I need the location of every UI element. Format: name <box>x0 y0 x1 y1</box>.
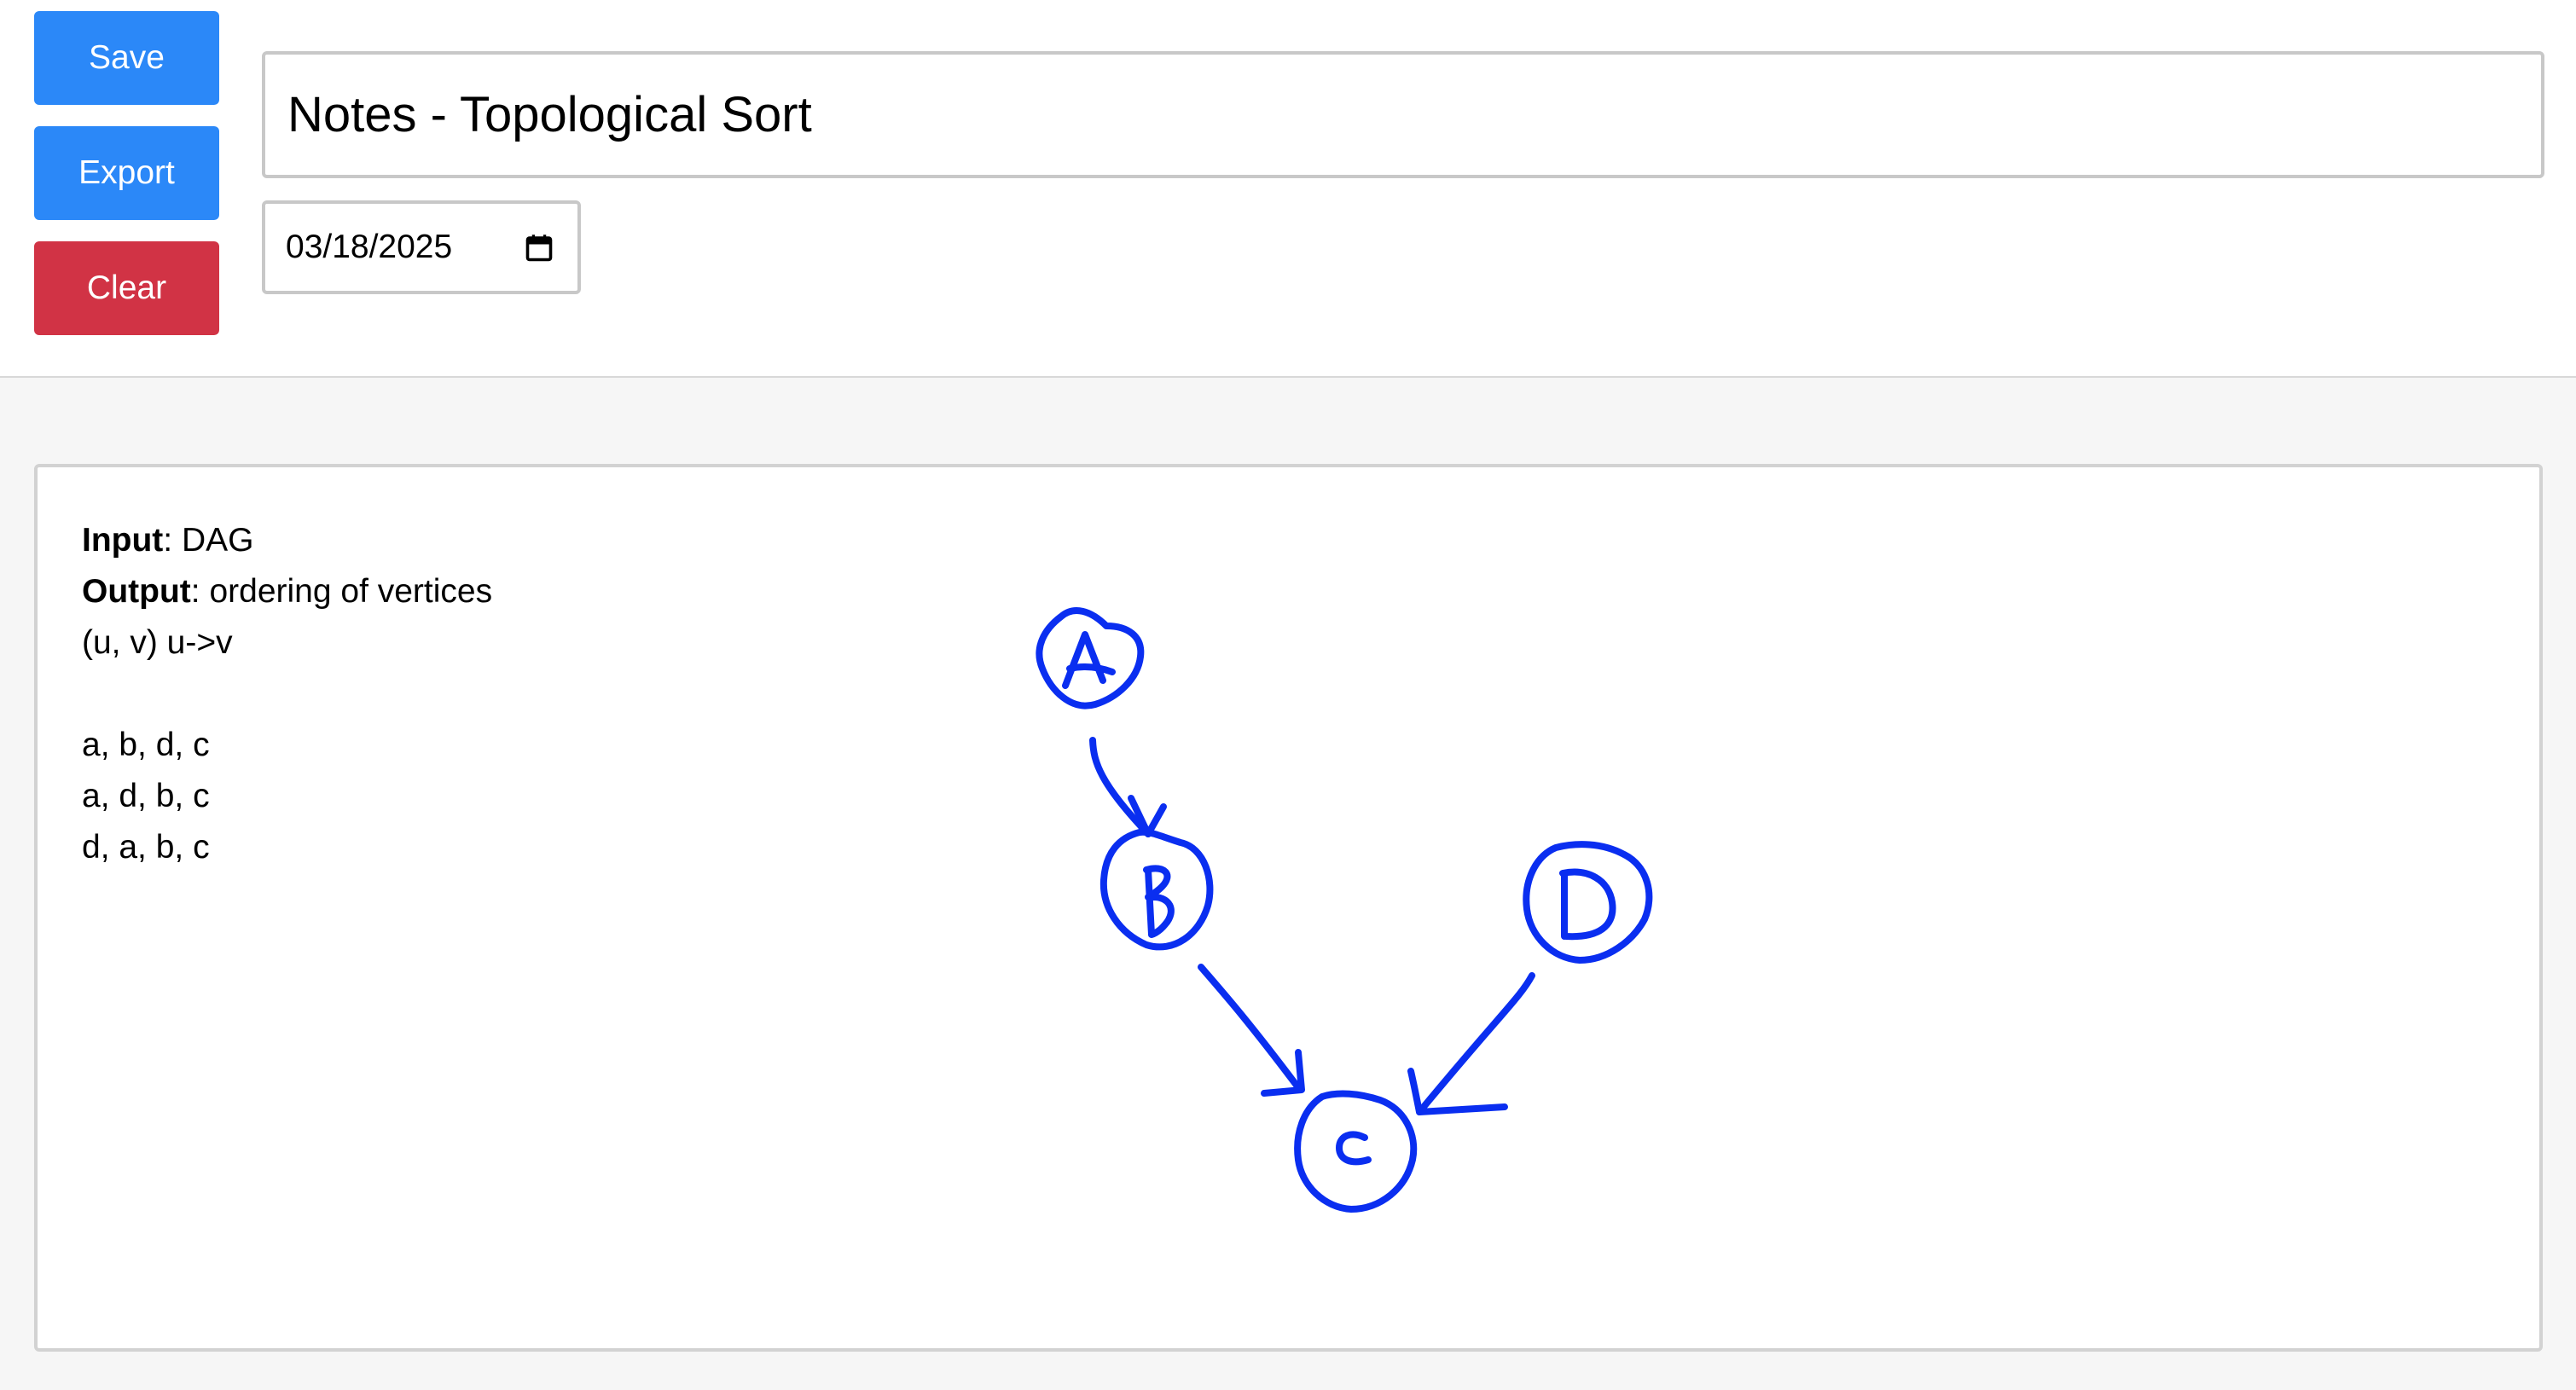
node-c-circle <box>1294 1090 1418 1213</box>
drawing-canvas[interactable]: Input: DAG Output: ordering of vertices … <box>34 464 2543 1352</box>
node-b-letter <box>1143 865 1175 938</box>
date-value: 03/18/2025 <box>286 229 453 265</box>
edge-a-b-arrowhead <box>1128 795 1167 837</box>
date-input[interactable]: 03/18/2025 <box>262 200 581 294</box>
save-button[interactable]: Save <box>34 11 219 105</box>
toolbar-header: Save Export Clear 03/18/2025 <box>0 0 2576 378</box>
node-d-circle <box>1523 841 1653 964</box>
node-c-letter <box>1336 1131 1372 1166</box>
node-d-letter <box>1559 868 1616 941</box>
note-title-input[interactable] <box>262 51 2544 178</box>
calendar-icon[interactable] <box>524 233 554 264</box>
edge-b-c <box>1198 964 1303 1093</box>
node-a-letter <box>1062 631 1116 689</box>
node-a-circle <box>1036 607 1145 709</box>
export-button[interactable]: Export <box>34 126 219 220</box>
dag-sketch <box>1036 607 1653 1213</box>
edge-d-c <box>1416 972 1535 1115</box>
clear-button[interactable]: Clear <box>34 241 219 335</box>
